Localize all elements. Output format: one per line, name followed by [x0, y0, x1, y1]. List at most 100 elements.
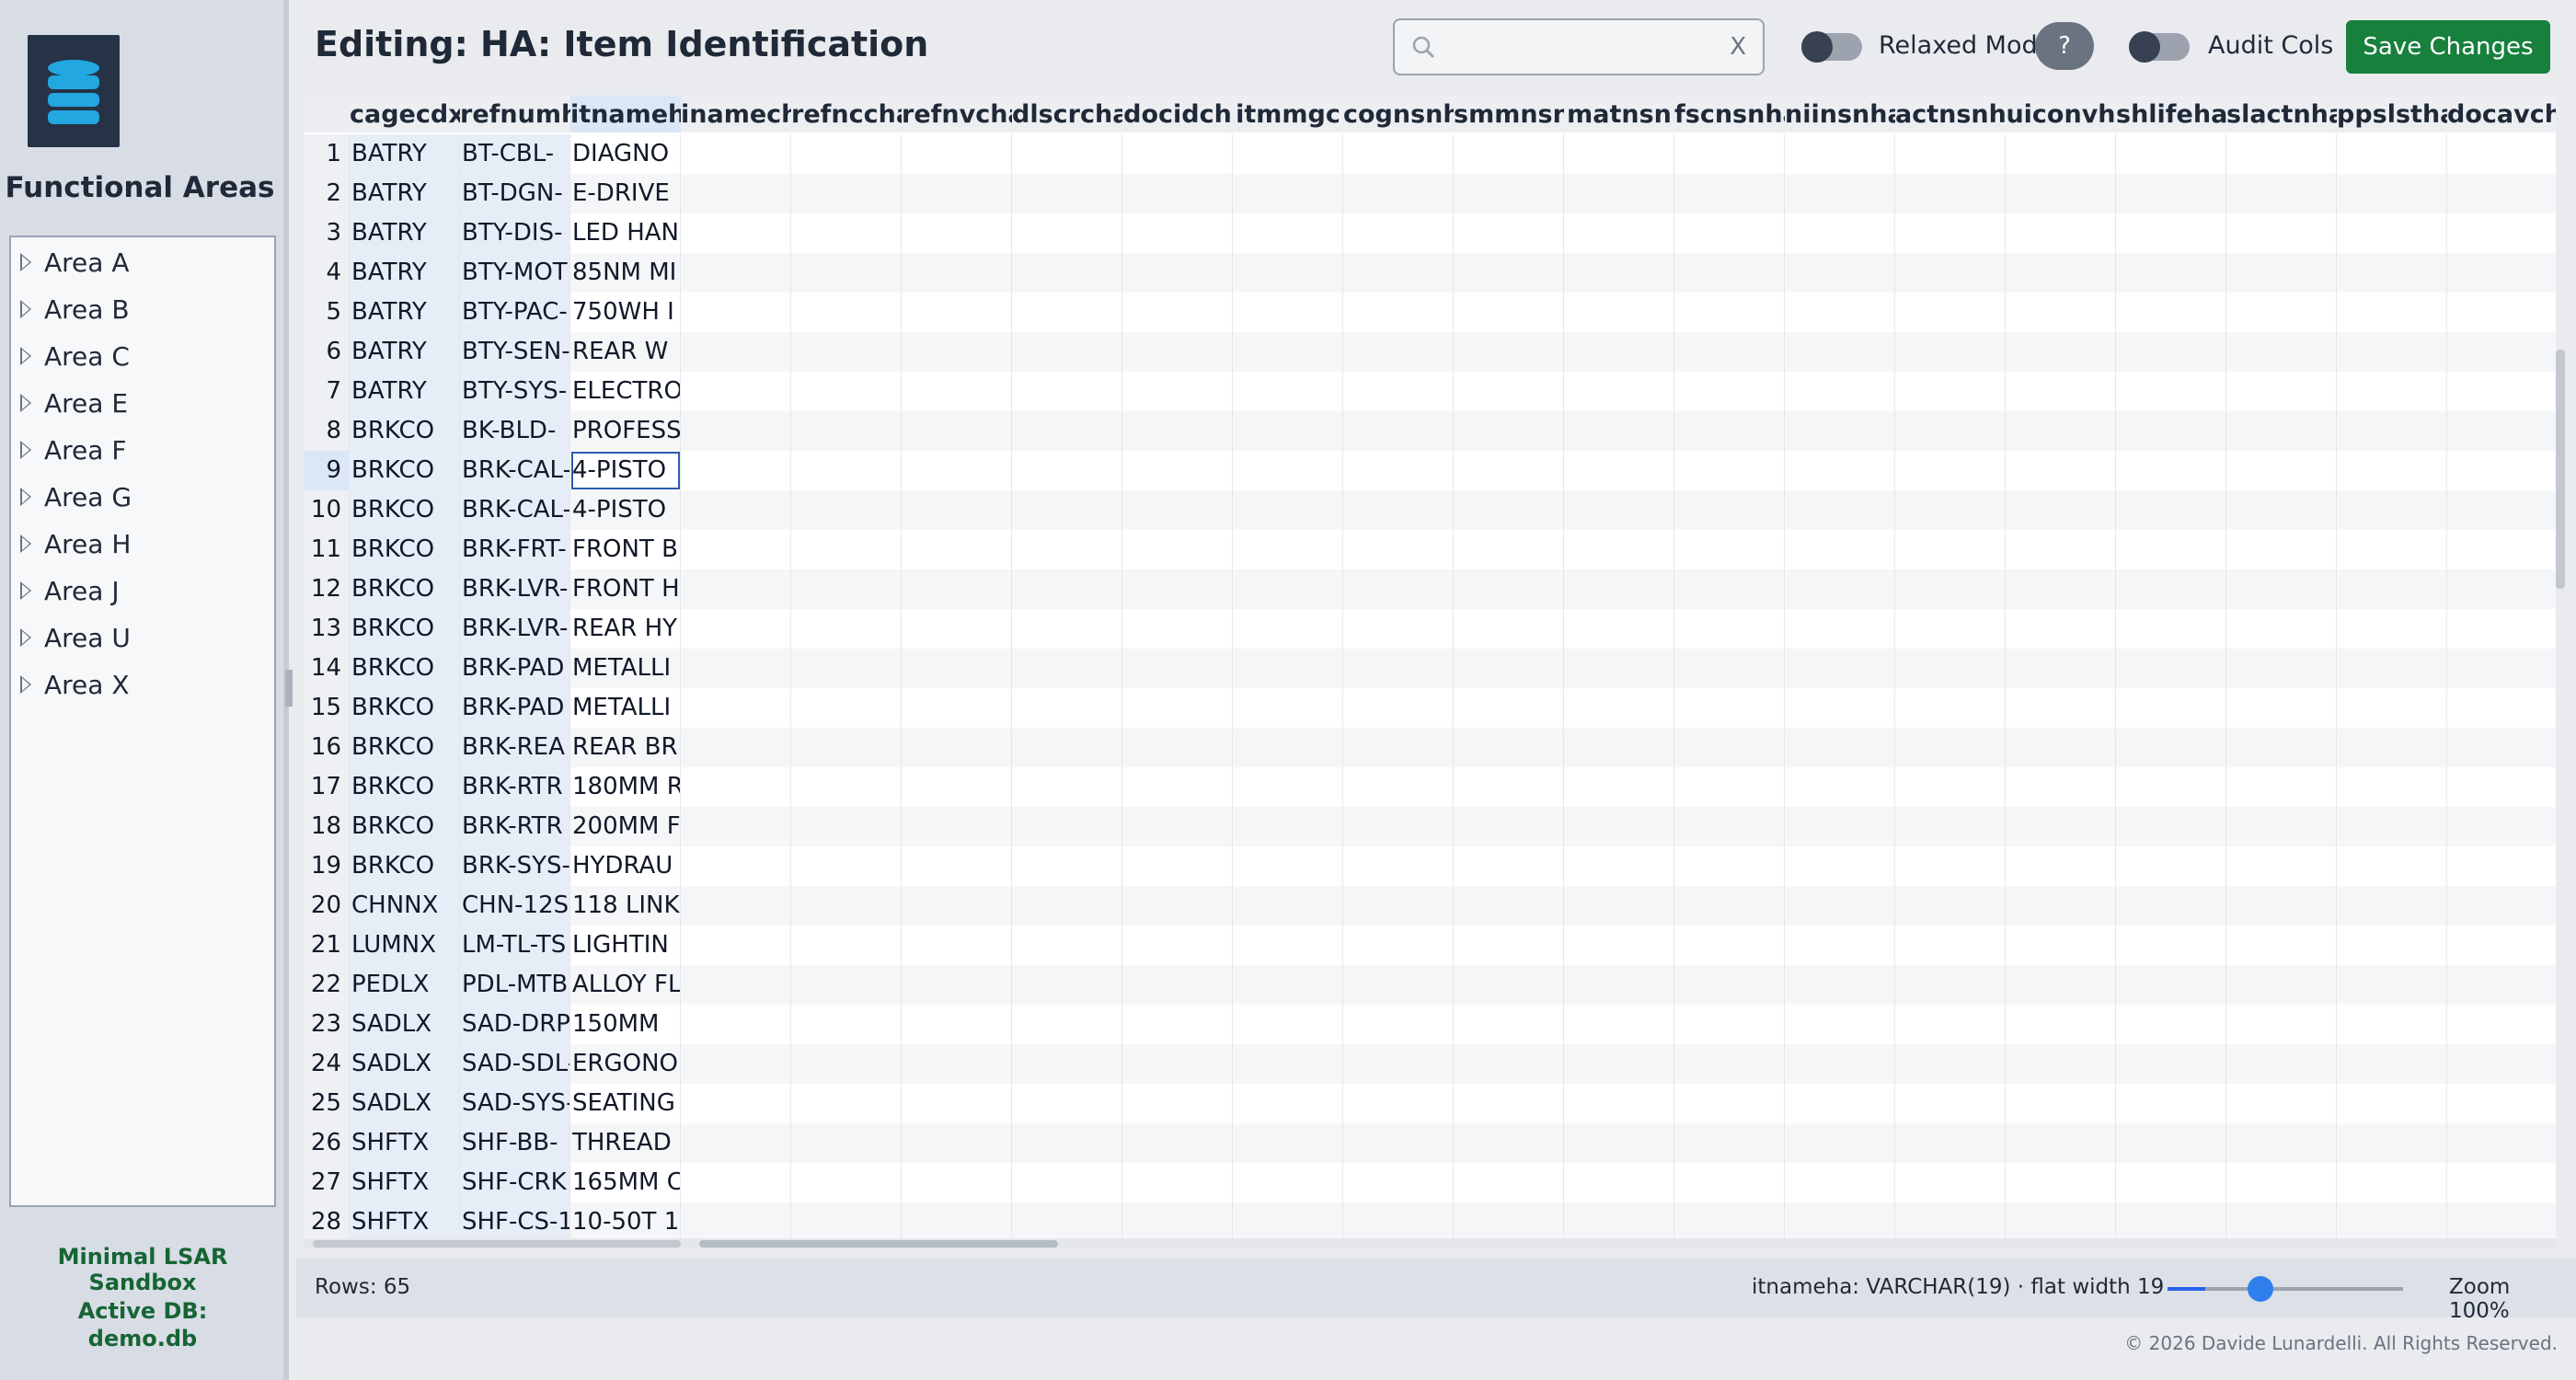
table-row[interactable]: 1 BATRY BT-CBL- DIAGNO	[304, 134, 2556, 174]
grid-cell[interactable]	[681, 926, 791, 965]
grid-cell[interactable]	[681, 411, 791, 451]
grid-cell[interactable]	[2226, 1044, 2337, 1084]
grid-cell[interactable]	[1785, 253, 1895, 293]
grid-cell[interactable]	[2006, 767, 2116, 807]
grid-cell[interactable]: REAR BR	[570, 728, 681, 767]
grid-cell[interactable]: 165MM C	[570, 1163, 681, 1202]
grid-cell[interactable]	[1343, 846, 1454, 886]
grid-cell[interactable]: BRKCO	[350, 411, 460, 451]
grid-cell[interactable]	[1122, 1084, 1233, 1123]
grid-cell[interactable]	[1012, 451, 1122, 490]
help-button[interactable]: ?	[2035, 22, 2094, 70]
grid-cell[interactable]	[1012, 886, 1122, 926]
grid-cell[interactable]	[902, 728, 1012, 767]
grid-cell[interactable]	[902, 451, 1012, 490]
column-header[interactable]: refnccha	[791, 96, 902, 132]
grid-cell[interactable]	[2447, 134, 2556, 174]
grid-cell[interactable]	[1012, 372, 1122, 411]
grid-cell[interactable]	[1012, 728, 1122, 767]
grid-cell[interactable]	[791, 134, 902, 174]
sidebar-item-area[interactable]: Area C	[11, 333, 274, 379]
grid-cell[interactable]: FRONT B	[570, 530, 681, 569]
grid-cell[interactable]	[2447, 728, 2556, 767]
grid-cell[interactable]	[1012, 767, 1122, 807]
grid-cell[interactable]	[1122, 372, 1233, 411]
grid-cell[interactable]	[902, 372, 1012, 411]
grid-cell[interactable]	[1233, 609, 1343, 649]
grid-cell[interactable]	[2006, 134, 2116, 174]
grid-cell[interactable]	[1454, 1202, 1564, 1240]
grid-cell[interactable]	[791, 728, 902, 767]
grid-cell[interactable]	[1674, 451, 1785, 490]
grid-cell[interactable]	[1343, 372, 1454, 411]
grid-cell[interactable]	[1564, 688, 1674, 728]
grid-cell[interactable]: PROFESS	[570, 411, 681, 451]
grid-cell[interactable]	[1895, 1044, 2006, 1084]
grid-cell[interactable]: BRK-SYS-	[460, 846, 570, 886]
grid-cell[interactable]	[2116, 1202, 2226, 1240]
grid-cell[interactable]: BRK-FRT-	[460, 530, 570, 569]
grid-cell[interactable]	[2337, 807, 2447, 846]
grid-cell[interactable]	[2226, 372, 2337, 411]
grid-cell[interactable]	[1785, 372, 1895, 411]
table-row[interactable]: 10 BRKCO BRK-CAL- 4-PISTO	[304, 490, 2556, 530]
grid-cell[interactable]: BK-BLD-	[460, 411, 570, 451]
expand-triangle-icon[interactable]	[20, 441, 31, 459]
grid-cell[interactable]	[1233, 253, 1343, 293]
grid-cell[interactable]	[1233, 1084, 1343, 1123]
grid-cell[interactable]	[2226, 530, 2337, 569]
grid-cell[interactable]	[2006, 1202, 2116, 1240]
grid-cell[interactable]	[902, 134, 1012, 174]
grid-cell[interactable]	[2447, 1005, 2556, 1044]
grid-cell[interactable]	[1343, 688, 1454, 728]
grid-cell[interactable]	[1564, 649, 1674, 688]
grid-cell[interactable]: 180MM R	[570, 767, 681, 807]
grid-cell[interactable]	[1895, 965, 2006, 1005]
grid-cell[interactable]: BTY-SYS-	[460, 372, 570, 411]
grid-cell[interactable]	[681, 293, 791, 332]
grid-cell[interactable]: BRKCO	[350, 490, 460, 530]
grid-cell[interactable]	[1454, 767, 1564, 807]
grid-cell[interactable]	[1012, 965, 1122, 1005]
grid-cell[interactable]	[902, 332, 1012, 372]
grid-cell[interactable]: SHF-BB-	[460, 1123, 570, 1163]
grid-cell[interactable]	[1564, 1163, 1674, 1202]
grid-cell[interactable]: BT-CBL-	[460, 134, 570, 174]
grid-cell[interactable]	[1233, 807, 1343, 846]
column-header[interactable]: shlifeha	[2116, 96, 2226, 132]
grid-cell[interactable]: PDL-MTB	[460, 965, 570, 1005]
grid-cell[interactable]	[1895, 846, 2006, 886]
grid-cell[interactable]	[1674, 688, 1785, 728]
grid-cell[interactable]	[2116, 926, 2226, 965]
grid-cell[interactable]	[902, 688, 1012, 728]
grid-cell[interactable]	[1233, 451, 1343, 490]
table-row[interactable]: 19 BRKCO BRK-SYS- HYDRAU	[304, 846, 2556, 886]
grid-cell[interactable]	[1785, 530, 1895, 569]
grid-cell[interactable]	[681, 1084, 791, 1123]
grid-cell[interactable]: 118 LINK	[570, 886, 681, 926]
grid-cell[interactable]: BTY-SEN-	[460, 332, 570, 372]
column-header[interactable]: itnameh	[570, 96, 681, 132]
grid-cell[interactable]	[2337, 688, 2447, 728]
grid-cell[interactable]: BRKCO	[350, 649, 460, 688]
grid-cell[interactable]	[902, 490, 1012, 530]
grid-cell[interactable]: BRK-REA	[460, 728, 570, 767]
relaxed-mode-toggle[interactable]	[1801, 31, 1862, 63]
grid-cell[interactable]	[2116, 688, 2226, 728]
grid-cell[interactable]	[791, 1084, 902, 1123]
grid-cell[interactable]	[1454, 1005, 1564, 1044]
grid-cell[interactable]	[1674, 490, 1785, 530]
grid-cell[interactable]	[2226, 728, 2337, 767]
grid-cell[interactable]: BRK-RTR	[460, 767, 570, 807]
grid-cell[interactable]	[902, 569, 1012, 609]
grid-cell[interactable]	[1895, 569, 2006, 609]
grid-cell[interactable]: SHF-CRK	[460, 1163, 570, 1202]
grid-cell[interactable]	[2226, 293, 2337, 332]
grid-cell[interactable]	[2006, 649, 2116, 688]
grid-cell[interactable]	[1785, 609, 1895, 649]
grid-cell[interactable]	[1674, 213, 1785, 253]
grid-cell[interactable]: FRONT H	[570, 569, 681, 609]
table-row[interactable]: 25 SADLX SAD-SYS- SEATING	[304, 1084, 2556, 1123]
grid-cell[interactable]	[2226, 1084, 2337, 1123]
grid-cell[interactable]	[1564, 728, 1674, 767]
